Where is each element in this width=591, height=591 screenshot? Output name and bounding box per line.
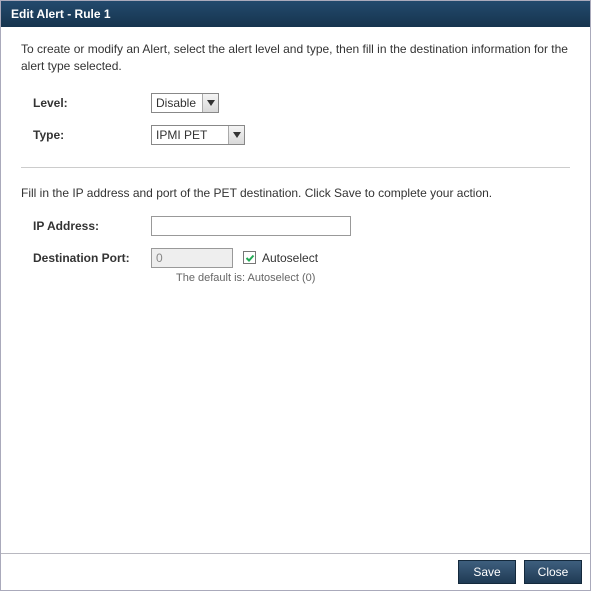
section-divider: [21, 167, 570, 168]
select-type-value: IPMI PET: [152, 128, 228, 142]
instructions-text: To create or modify an Alert, select the…: [21, 41, 570, 75]
port-hint: The default is: Autoselect (0): [176, 272, 570, 284]
dialog-window: Edit Alert - Rule 1 To create or modify …: [0, 0, 591, 591]
dialog-footer: Save Close: [1, 553, 590, 590]
chevron-down-icon: [202, 94, 218, 112]
destination-port-input[interactable]: [151, 248, 233, 268]
pet-instructions: Fill in the IP address and port of the P…: [21, 186, 570, 200]
dialog-body: To create or modify an Alert, select the…: [1, 27, 590, 553]
label-type: Type:: [21, 128, 151, 142]
autoselect-checkbox-wrap[interactable]: Autoselect: [243, 251, 318, 265]
close-button[interactable]: Close: [524, 560, 582, 584]
row-port: Destination Port: Autoselect: [21, 248, 570, 268]
save-button[interactable]: Save: [458, 560, 516, 584]
row-level: Level: Disable: [21, 93, 570, 113]
label-port: Destination Port:: [21, 251, 151, 265]
chevron-down-icon: [228, 126, 244, 144]
check-icon: [245, 253, 255, 263]
row-type: Type: IPMI PET: [21, 125, 570, 145]
select-type[interactable]: IPMI PET: [151, 125, 245, 145]
titlebar: Edit Alert - Rule 1: [1, 1, 590, 27]
label-ip: IP Address:: [21, 219, 151, 233]
row-ip: IP Address:: [21, 216, 570, 236]
select-level[interactable]: Disable: [151, 93, 219, 113]
autoselect-checkbox[interactable]: [243, 251, 256, 264]
label-level: Level:: [21, 96, 151, 110]
autoselect-label: Autoselect: [262, 251, 318, 265]
ip-address-input[interactable]: [151, 216, 351, 236]
select-level-value: Disable: [152, 96, 202, 110]
